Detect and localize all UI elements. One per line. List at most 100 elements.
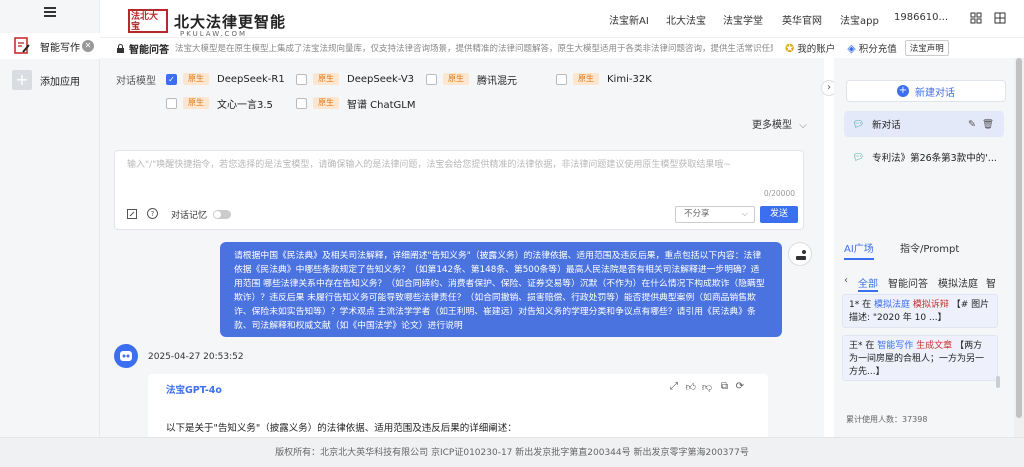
layers-icon[interactable] — [994, 12, 1006, 24]
model-tag: 原生 — [313, 97, 339, 109]
close-icon[interactable]: ✕ — [82, 40, 94, 52]
checkbox-icon[interactable] — [296, 97, 307, 109]
user-message: 请根据中国《民法典》及相关司法解释，详细阐述"告知义务"（披露义务）的法律依据、… — [220, 242, 782, 337]
share-select[interactable]: 不分享 ⌵ — [675, 206, 755, 223]
nav-fabao-app[interactable]: 法宝app — [840, 12, 879, 27]
bot-avatar — [114, 344, 138, 368]
filter-moot-court[interactable]: 模拟法庭 — [938, 275, 978, 290]
more-models-label: 更多模型 — [752, 120, 792, 131]
copy-icon[interactable]: ⧉ — [721, 381, 728, 392]
new-chat-button[interactable]: + 新建对话 — [846, 80, 1006, 102]
model-name: DeepSeek-R1 — [217, 73, 285, 85]
answer-model-name: 法宝GPT-4o — [166, 385, 222, 396]
conversation-item[interactable]: 💬︎ 专利法》第26条第3款中的'... — [844, 144, 1004, 170]
edit-icon[interactable] — [127, 209, 137, 219]
model-tag: 原生 — [443, 73, 469, 85]
models-label: 对话模型 — [116, 76, 156, 87]
chat-bubble-icon: 💬︎ — [852, 118, 865, 130]
question-input-box[interactable]: 输入"/"唤醒快捷指令，若您选择的是法宝模型，请确保输入的是法律问题，法宝会给您… — [114, 150, 804, 230]
model-option-kimi[interactable]: 原生 Kimi-32K — [556, 72, 652, 86]
question-input[interactable]: 输入"/"唤醒快捷指令，若您选择的是法宝模型，请确保输入的是法律问题，法宝会给您… — [127, 157, 731, 170]
model-option-deepseek-r1[interactable]: ✓ 原生 DeepSeek-R1 — [166, 72, 285, 86]
model-option-ernie[interactable]: 原生 文心一言3.5 — [166, 96, 273, 111]
card-subcategory: 模拟诉辩 — [912, 300, 949, 310]
points-recharge-link[interactable]: 积分充值 — [859, 41, 897, 55]
logo-seal: 法北大宝 — [128, 9, 168, 33]
page-scrollbar[interactable] — [1014, 58, 1024, 437]
tab-prompt[interactable]: 指令/Prompt — [900, 240, 959, 255]
thumbs-up-icon[interactable]: 👍︎ — [686, 381, 696, 393]
nav-yinghua-site[interactable]: 英华官网 — [782, 12, 822, 27]
checkbox-icon[interactable] — [166, 97, 177, 109]
share-select-value: 不分享 — [684, 209, 710, 219]
tab-ai-square[interactable]: AI广场 — [844, 240, 874, 260]
card-connector: 在 — [865, 341, 875, 351]
card-category: 智能写作 — [877, 341, 914, 351]
statement-button[interactable]: 法宝声明 — [904, 40, 949, 56]
edit-icon[interactable]: ✎ — [968, 119, 976, 130]
more-models-dropdown[interactable]: 更多模型 ⌵ — [752, 116, 807, 131]
chevron-left-icon[interactable]: ‹ — [844, 275, 848, 286]
nav-pkulaw[interactable]: 北大法宝 — [666, 12, 706, 27]
model-name: 智谱 ChatGLM — [347, 99, 416, 111]
logo-title: 北大法律更智能 — [174, 12, 287, 31]
footer: 版权所有：北京北大英华科技有限公司 京ICP证010230-17 新出发京批字第… — [0, 437, 1024, 467]
model-option-hunyuan[interactable]: 原生 腾讯混元 — [426, 72, 517, 87]
conversation-title: 新对话 — [872, 120, 901, 131]
checkbox-icon[interactable] — [556, 73, 567, 85]
square-card[interactable]: 王* 在 智能写作 生成文章 【两方为一间房屋的合租人；一方为另一方先...】 — [842, 335, 998, 381]
assistant-answer: 法宝GPT-4o ⤢ 👍︎ 👎︎ ⧉ ⟳ 以下是关于"告知义务"（披露义务）的法… — [148, 374, 768, 437]
card-connector: 在 — [862, 300, 872, 310]
model-option-chatglm[interactable]: 原生 智谱 ChatGLM — [296, 96, 416, 111]
star-icon: ✪ — [785, 41, 795, 55]
main-content: 对话模型 ✓ 原生 DeepSeek-R1 原生 DeepSeek-V3 原生 … — [100, 58, 824, 437]
square-card[interactable]: 1* 在 模拟法庭 模拟诉辩 【# 图片描述: "2020 年 10 ...】 — [842, 294, 998, 328]
sidebar-item-add-app[interactable]: + 添加应用 — [0, 67, 100, 93]
refresh-icon[interactable]: ⟳ — [736, 381, 744, 392]
plus-icon: + — [12, 70, 32, 90]
nav-fabao-academy[interactable]: 法宝学堂 — [723, 12, 763, 27]
chat-bubble-icon: 💬︎ — [852, 151, 865, 163]
section-description: 法宝大模型是在原生模型上集成了法宝法规向量库，仅支持法律咨询场景，提供精准的法律… — [175, 44, 773, 54]
left-sidebar: 智能写作 ✕ + 添加应用 — [0, 0, 100, 437]
model-tag: 原生 — [573, 73, 599, 85]
filter-all[interactable]: 全部 — [858, 275, 878, 292]
checkbox-icon[interactable] — [426, 73, 437, 85]
plus-icon: + — [897, 85, 909, 97]
expand-icon[interactable]: ⤢ — [670, 381, 678, 392]
document-edit-icon — [12, 36, 32, 56]
card-user: 王* — [849, 341, 863, 351]
send-button[interactable]: 发送 — [760, 206, 798, 223]
checkbox-checked-icon[interactable]: ✓ — [166, 73, 177, 85]
chevron-down-icon: ⌵ — [799, 120, 807, 131]
conversation-item[interactable]: 💬︎ 新对话 ✎ 🗑︎ — [844, 111, 1004, 137]
sidebar-item-writing[interactable]: 智能写作 ✕ — [0, 33, 100, 59]
usage-count: 累计使用人数：37398 — [846, 415, 928, 424]
model-name: 腾讯混元 — [477, 75, 517, 87]
model-option-deepseek-v3[interactable]: 原生 DeepSeek-V3 — [296, 72, 414, 86]
my-account-link[interactable]: 我的账户 — [797, 41, 835, 55]
grid-icon[interactable] — [970, 12, 982, 24]
section-title: 智能问答 — [129, 44, 169, 56]
filter-qa[interactable]: 智能问答 — [888, 275, 928, 290]
nav-fabao-ai[interactable]: 法宝新AI — [609, 12, 649, 27]
thumbs-down-icon[interactable]: 👎︎ — [702, 381, 712, 393]
help-icon[interactable]: ? — [147, 208, 158, 219]
memory-toggle[interactable] — [213, 210, 231, 219]
answer-text: 以下是关于"告知义务"（披露义务）的法律依据、适用范围及违反后果的详细阐述： — [166, 423, 517, 434]
model-tag: 原生 — [183, 73, 209, 85]
model-name: Kimi-32K — [607, 73, 652, 85]
cards-scrollbar[interactable] — [996, 376, 1000, 388]
right-panel: + 新建对话 💬︎ 新对话 ✎ 🗑︎ 💬︎ 专利法》第26条第3款中的'... … — [834, 58, 1014, 437]
trash-icon[interactable]: 🗑︎ — [982, 119, 994, 130]
memory-label: 对话记忆 — [171, 211, 208, 221]
model-tag: 原生 — [183, 97, 209, 109]
model-name: DeepSeek-V3 — [347, 73, 415, 85]
sidebar-item-label: 智能写作 — [40, 42, 80, 54]
filter-more[interactable]: 智 — [986, 275, 996, 290]
user-avatar — [788, 242, 812, 266]
nav-user-phone[interactable]: 1986610... — [894, 12, 948, 23]
logo[interactable]: 法北大宝 北大法律更智能 PKULAW.COM — [128, 9, 287, 38]
menu-icon[interactable] — [44, 7, 56, 17]
checkbox-icon[interactable] — [296, 73, 307, 85]
